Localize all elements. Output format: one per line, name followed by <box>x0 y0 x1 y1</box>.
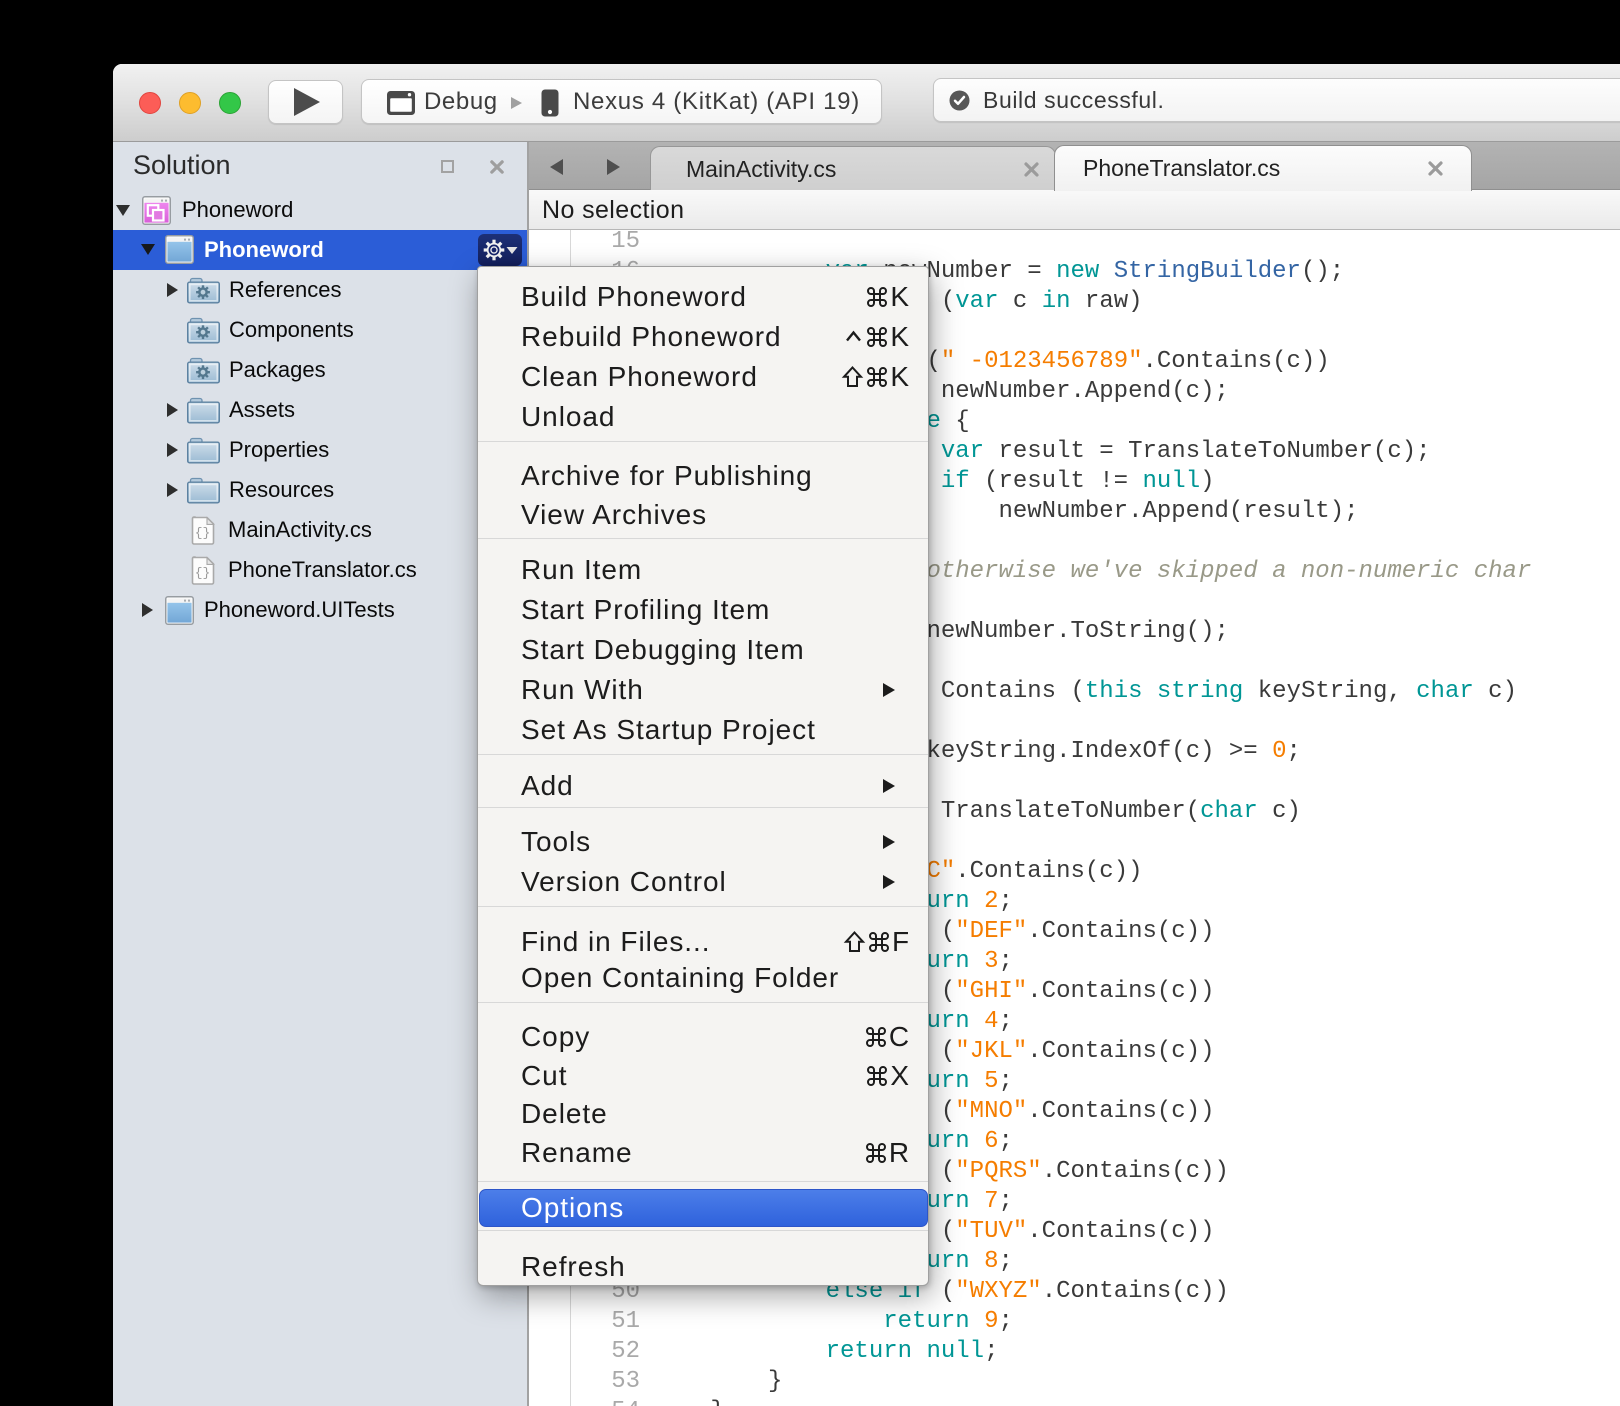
svg-text:{}: {} <box>195 526 211 541</box>
svg-text:{}: {} <box>195 566 211 581</box>
